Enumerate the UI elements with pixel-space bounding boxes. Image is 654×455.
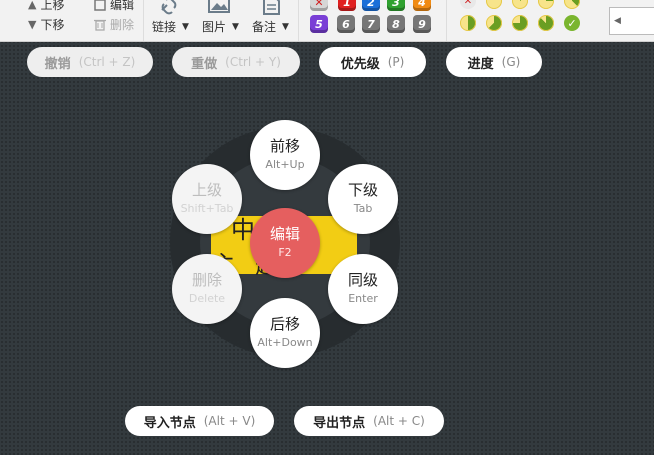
- toolbar-separator: [446, 0, 447, 41]
- image-dropdown[interactable]: 图片 ▼: [202, 18, 239, 35]
- move-up-button[interactable]: ▲ 上移: [28, 0, 64, 13]
- import-node-shortcut: (Alt + V): [203, 414, 256, 428]
- import-node-label: 导入节点: [143, 415, 196, 431]
- progress-label: 进度: [467, 56, 494, 72]
- delete-radial-button[interactable]: 删除 Delete: [172, 254, 242, 324]
- progress-button[interactable]: 进度 (G): [446, 47, 542, 77]
- priority-1-button[interactable]: 1: [338, 0, 356, 11]
- add-sibling-radial-button[interactable]: 同级 Enter: [328, 254, 398, 324]
- progress-level-button[interactable]: [512, 0, 528, 9]
- progress-clear-button[interactable]: ✕: [460, 0, 476, 9]
- progress-shortcut: (G): [501, 55, 521, 69]
- priority-2-button[interactable]: 2: [362, 0, 380, 11]
- priority-9-button[interactable]: 9: [413, 15, 431, 33]
- progress-complete-button[interactable]: ✓: [564, 15, 580, 31]
- add-child-radial-button[interactable]: 下级 Tab: [328, 164, 398, 234]
- link-icon: [161, 0, 177, 15]
- move-down-label: 下移: [40, 18, 65, 32]
- trash-icon: [94, 19, 106, 31]
- toolbar-separator: [143, 0, 144, 41]
- link-dropdown[interactable]: 链接 ▼: [152, 18, 189, 35]
- move-down-button[interactable]: ▼ 下移: [28, 16, 64, 33]
- close-icon: ✕: [314, 0, 324, 9]
- progress-level-button[interactable]: [538, 15, 554, 31]
- edit-icon: [94, 0, 106, 11]
- move-up-label: 上移: [40, 0, 65, 12]
- redo-shortcut: (Ctrl + Y): [225, 55, 281, 69]
- side-panel-toggle[interactable]: ◀: [609, 7, 654, 35]
- priority-label: 优先级: [340, 56, 380, 72]
- priority-8-button[interactable]: 8: [387, 15, 405, 33]
- toolbar-separator: [298, 0, 299, 41]
- chevron-left-icon: ◀: [614, 16, 621, 26]
- progress-level-button[interactable]: [564, 0, 580, 9]
- priority-5-button[interactable]: 5: [310, 15, 328, 33]
- priority-6-button[interactable]: 6: [337, 15, 355, 33]
- progress-level-button[interactable]: [486, 0, 502, 9]
- redo-button[interactable]: 重做 (Ctrl + Y): [172, 47, 300, 77]
- move-up-radial-button[interactable]: 前移 Alt+Up: [250, 120, 320, 190]
- editor-toolbar: ▲ 上移 ▼ 下移 编辑 删除 链接 ▼ 图片 ▼ 备注 ▼ ✕ 1 2 3 4: [0, 0, 654, 42]
- progress-level-button[interactable]: [512, 15, 528, 31]
- arrow-up-icon: ▲: [28, 0, 37, 11]
- undo-button[interactable]: 撤销 (Ctrl + Z): [27, 47, 153, 77]
- note-icon: [263, 0, 280, 15]
- arrow-down-icon: ▼: [28, 18, 37, 31]
- progress-level-button[interactable]: [486, 15, 502, 31]
- edit-radial-button[interactable]: 编辑 F2: [250, 208, 320, 278]
- import-node-button[interactable]: 导入节点 (Alt + V): [125, 406, 274, 436]
- undo-shortcut: (Ctrl + Z): [78, 55, 136, 69]
- export-node-shortcut: (Alt + C): [373, 414, 425, 428]
- chevron-down-icon: ▼: [282, 21, 289, 32]
- image-label: 图片: [202, 20, 227, 34]
- add-parent-radial-button[interactable]: 上级 Shift+Tab: [172, 164, 242, 234]
- chevron-down-icon: ▼: [232, 21, 239, 32]
- export-node-label: 导出节点: [313, 415, 366, 431]
- progress-level-button[interactable]: [460, 15, 476, 31]
- priority-4-button[interactable]: 4: [413, 0, 431, 11]
- priority-3-button[interactable]: 3: [387, 0, 405, 11]
- check-icon: ✓: [567, 16, 577, 30]
- progress-level-button[interactable]: [538, 0, 554, 9]
- priority-shortcut: (P): [387, 55, 405, 69]
- priority-7-button[interactable]: 7: [362, 15, 380, 33]
- image-icon: [208, 0, 230, 13]
- chevron-down-icon: ▼: [182, 21, 189, 32]
- move-down-radial-button[interactable]: 后移 Alt+Down: [250, 298, 320, 368]
- undo-label: 撤销: [44, 56, 71, 72]
- delete-label: 删除: [110, 18, 135, 32]
- edit-button[interactable]: 编辑: [94, 0, 134, 13]
- priority-clear-button[interactable]: ✕: [310, 0, 328, 11]
- export-node-button[interactable]: 导出节点 (Alt + C): [294, 406, 444, 436]
- delete-button[interactable]: 删除: [94, 16, 134, 33]
- link-label: 链接: [152, 20, 177, 34]
- note-dropdown[interactable]: 备注 ▼: [252, 18, 289, 35]
- note-label: 备注: [252, 20, 277, 34]
- edit-label: 编辑: [110, 0, 135, 12]
- redo-label: 重做: [191, 56, 218, 72]
- close-icon: ✕: [463, 0, 473, 7]
- priority-button[interactable]: 优先级 (P): [319, 47, 426, 77]
